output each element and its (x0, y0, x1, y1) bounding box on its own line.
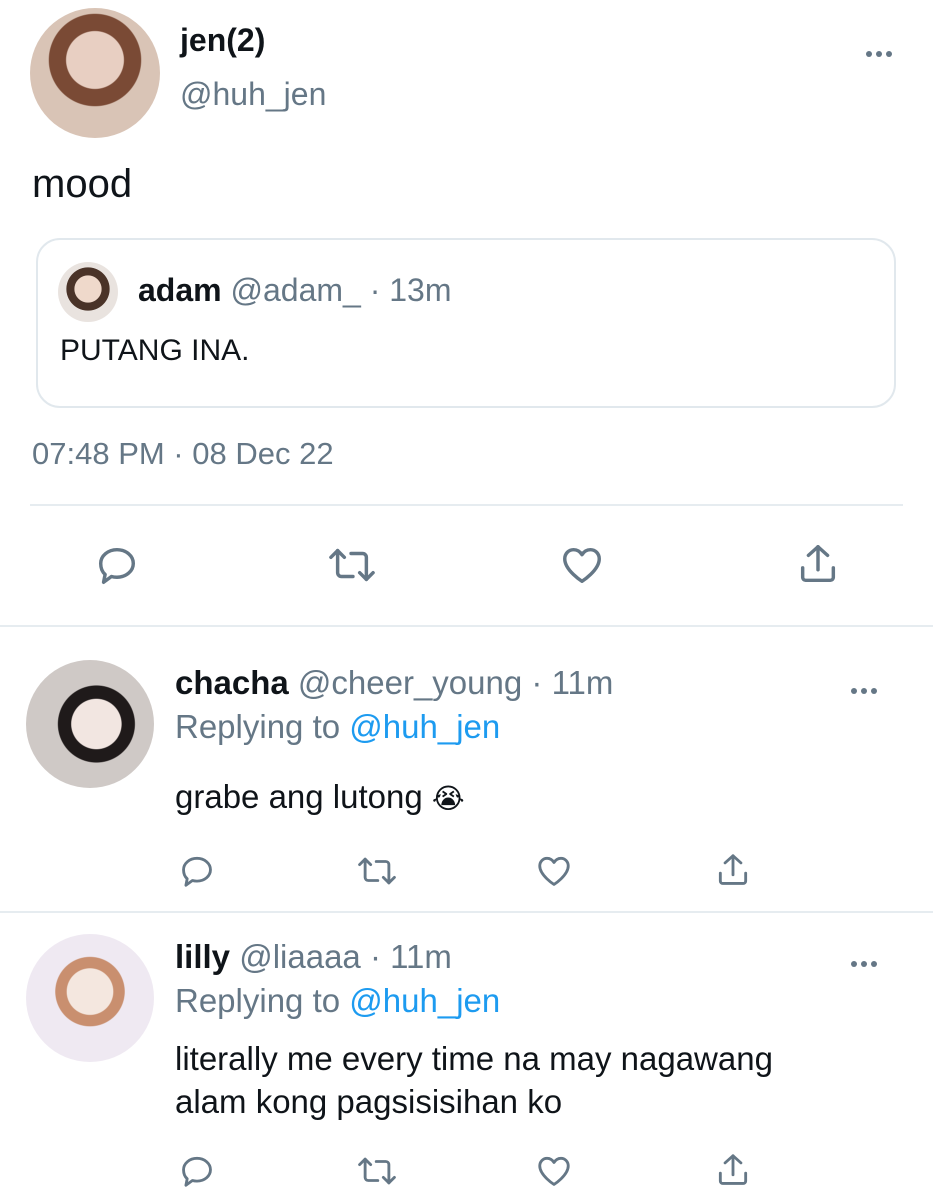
reply-handle[interactable]: @liaaaa (239, 938, 361, 975)
quoted-time: 13m (389, 272, 452, 308)
author-avatar[interactable] (30, 8, 160, 138)
reply-time: 11m (390, 938, 452, 975)
share-icon[interactable] (714, 1150, 752, 1190)
reply-display-name[interactable]: lilly (175, 938, 230, 975)
reply-icon[interactable] (94, 542, 140, 588)
reply-text-line-2: alam kong pagsisisihan ko (175, 1083, 563, 1120)
divider (0, 911, 933, 913)
more-icon[interactable] (851, 681, 885, 694)
replying-to-label: Replying to (175, 982, 341, 1019)
quoted-text: PUTANG INA. (60, 334, 250, 367)
more-icon[interactable] (851, 954, 885, 967)
retweet-icon[interactable] (356, 852, 398, 890)
tweet-text: mood (32, 162, 133, 206)
retweet-icon[interactable] (327, 542, 377, 588)
replying-to-handle[interactable]: @huh_jen (349, 982, 500, 1019)
like-icon[interactable] (534, 1152, 574, 1190)
reply-icon[interactable] (178, 852, 216, 890)
replying-to-label: Replying to (175, 708, 341, 745)
replying-to-handle[interactable]: @huh_jen (349, 708, 500, 745)
reply-header: chacha @cheer_young · 11m (175, 664, 613, 702)
like-icon[interactable] (558, 542, 606, 588)
author-display-name[interactable]: jen(2) (180, 22, 265, 59)
crying-emoji-icon: 😭 (431, 783, 465, 814)
reply-display-name[interactable]: chacha (175, 664, 289, 701)
quoted-handle: @adam_ (230, 272, 361, 308)
reply-handle[interactable]: @cheer_young (298, 664, 522, 701)
share-icon[interactable] (795, 540, 841, 588)
retweet-icon[interactable] (356, 1152, 398, 1190)
more-icon[interactable] (866, 44, 900, 57)
reply-text: grabe ang lutong 😭 (175, 778, 465, 816)
divider (30, 504, 903, 506)
like-icon[interactable] (534, 852, 574, 890)
reply-icon[interactable] (178, 1152, 216, 1190)
reply-text-line-1: literally me every time na may nagawang (175, 1040, 773, 1077)
author-handle[interactable]: @huh_jen (180, 76, 326, 113)
reply-separator: · (531, 664, 543, 701)
quoted-separator: · (369, 272, 381, 308)
tweet-timestamp: 07:48 PM · 08 Dec 22 (32, 436, 334, 471)
quoted-tweet-card[interactable]: adam @adam_ · 13m PUTANG INA. (36, 238, 896, 408)
quoted-header: adam @adam_ · 13m (138, 272, 452, 309)
reply-text-content: grabe ang lutong (175, 778, 423, 815)
reply-time: 11m (551, 664, 614, 701)
reply-header: lilly @liaaaa · 11m (175, 938, 452, 976)
replying-to: Replying to @huh_jen (175, 982, 500, 1020)
share-icon[interactable] (714, 850, 752, 890)
replying-to: Replying to @huh_jen (175, 708, 500, 746)
reply-separator: · (369, 938, 381, 975)
quoted-avatar (58, 262, 118, 322)
divider (0, 625, 933, 627)
reply-avatar[interactable] (26, 660, 154, 788)
reply-avatar[interactable] (26, 934, 154, 1062)
quoted-display-name: adam (138, 272, 222, 308)
